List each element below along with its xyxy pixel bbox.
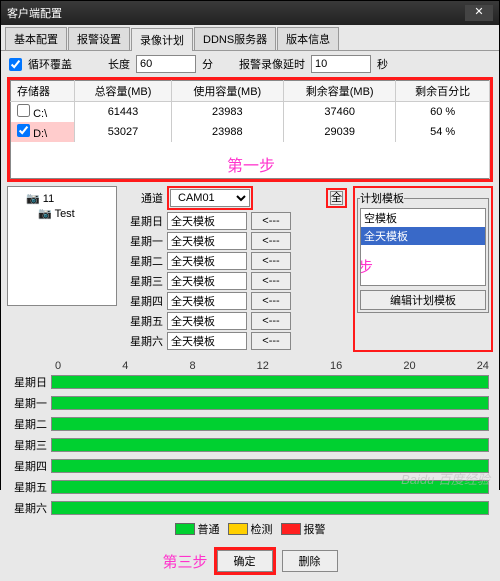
tab-alarm[interactable]: 报警设置 (68, 27, 130, 50)
apply-arrow-button[interactable]: <--- (251, 332, 291, 350)
day-template: 全天模板 (167, 252, 247, 270)
timeline-day-label: 星期六 (11, 500, 51, 516)
day-template: 全天模板 (167, 292, 247, 310)
unit-min: 分 (202, 56, 213, 72)
apply-arrow-button[interactable]: <--- (251, 292, 291, 310)
day-label: 星期三 (123, 273, 163, 289)
apply-arrow-button[interactable]: <--- (251, 232, 291, 250)
list-item[interactable]: 全天模板 (361, 227, 485, 245)
day-label: 星期六 (123, 333, 163, 349)
titlebar: 客户端配置 ✕ (1, 1, 499, 25)
timeline-bar[interactable] (51, 375, 489, 389)
apply-arrow-button[interactable]: <--- (251, 252, 291, 270)
edit-template-button[interactable]: 编辑计划模板 (360, 290, 486, 310)
template-list[interactable]: 空模板 全天模板 第二步 (360, 208, 486, 286)
day-template: 全天模板 (167, 312, 247, 330)
col-total: 总容量(MB) (75, 81, 171, 102)
timeline-day-label: 星期五 (11, 479, 51, 495)
day-template: 全天模板 (167, 332, 247, 350)
ok-button[interactable]: 确定 (217, 550, 273, 572)
plan-legend: 计划模板 (360, 190, 404, 206)
timeline-day-label: 星期二 (11, 416, 51, 432)
col-used: 使用容量(MB) (171, 81, 283, 102)
table-row[interactable]: C:\ 61443 23983 37460 60 % (11, 102, 490, 123)
unit-sec: 秒 (377, 56, 388, 72)
col-free: 剩余容量(MB) (283, 81, 395, 102)
watermark: Baidu 百度经验 (401, 469, 490, 488)
day-label: 星期五 (123, 313, 163, 329)
tree-child[interactable]: 📷 Test (12, 206, 112, 221)
tabstrip: 基本配置 报警设置 录像计划 DDNS服务器 版本信息 (1, 25, 499, 51)
day-template: 全天模板 (167, 272, 247, 290)
channel-select[interactable]: CAM01 (170, 189, 250, 207)
channel-label: 通道 (123, 190, 163, 206)
timeline-day-label: 星期四 (11, 458, 51, 474)
loop-cover-checkbox[interactable] (9, 58, 22, 71)
loop-cover-label: 循环覆盖 (28, 56, 72, 72)
timeline-bar[interactable] (51, 396, 489, 410)
drive-c-checkbox[interactable] (17, 104, 30, 117)
alarm-delay-input[interactable] (311, 55, 371, 73)
alarm-delay-label: 报警录像延时 (239, 56, 305, 72)
apply-arrow-button[interactable]: <--- (251, 212, 291, 230)
tab-version[interactable]: 版本信息 (277, 27, 339, 50)
apply-arrow-button[interactable]: <--- (251, 312, 291, 330)
device-tree[interactable]: 📷 11 📷 Test (7, 186, 117, 306)
tab-record-plan[interactable]: 录像计划 (131, 28, 193, 51)
day-label: 星期一 (123, 233, 163, 249)
drive-d-checkbox[interactable] (17, 124, 30, 137)
timeline-day-label: 星期日 (11, 374, 51, 390)
timeline-ticks: 04812162024 (11, 360, 489, 372)
storage-panel: 存储器 总容量(MB) 使用容量(MB) 剩余容量(MB) 剩余百分比 C:\ … (7, 77, 493, 182)
table-row[interactable]: D:\ 53027 23988 29039 54 % (11, 122, 490, 142)
step-one-label: 第一步 (17, 152, 485, 176)
legend-normal-swatch (175, 523, 195, 535)
plan-template-panel: 计划模板 空模板 全天模板 第二步 编辑计划模板 (353, 186, 493, 352)
list-item[interactable]: 空模板 (361, 209, 485, 227)
length-label: 长度 (108, 56, 130, 72)
day-label: 星期日 (123, 213, 163, 229)
tab-ddns[interactable]: DDNS服务器 (194, 27, 276, 50)
timeline-day-label: 星期一 (11, 395, 51, 411)
tab-basic[interactable]: 基本配置 (5, 27, 67, 50)
step-two-label: 第二步 (360, 255, 449, 278)
legend-detect-swatch (228, 523, 248, 535)
legend-alarm-swatch (281, 523, 301, 535)
day-template: 全天模板 (167, 232, 247, 250)
window-title: 客户端配置 (7, 5, 62, 21)
timeline-bar[interactable] (51, 438, 489, 452)
timeline-bar[interactable] (51, 417, 489, 431)
delete-button[interactable]: 删除 (282, 550, 338, 572)
all-button[interactable]: 全 (330, 191, 343, 205)
day-label: 星期四 (123, 293, 163, 309)
tree-root[interactable]: 📷 11 (12, 191, 112, 206)
close-icon[interactable]: ✕ (465, 5, 493, 21)
day-label: 星期二 (123, 253, 163, 269)
length-input[interactable] (136, 55, 196, 73)
apply-arrow-button[interactable]: <--- (251, 272, 291, 290)
day-template: 全天模板 (167, 212, 247, 230)
timeline-day-label: 星期三 (11, 437, 51, 453)
step-three-label: 第三步 (162, 551, 207, 572)
col-storage: 存储器 (11, 81, 75, 102)
timeline-bar[interactable] (51, 501, 489, 515)
col-pct: 剩余百分比 (396, 81, 490, 102)
